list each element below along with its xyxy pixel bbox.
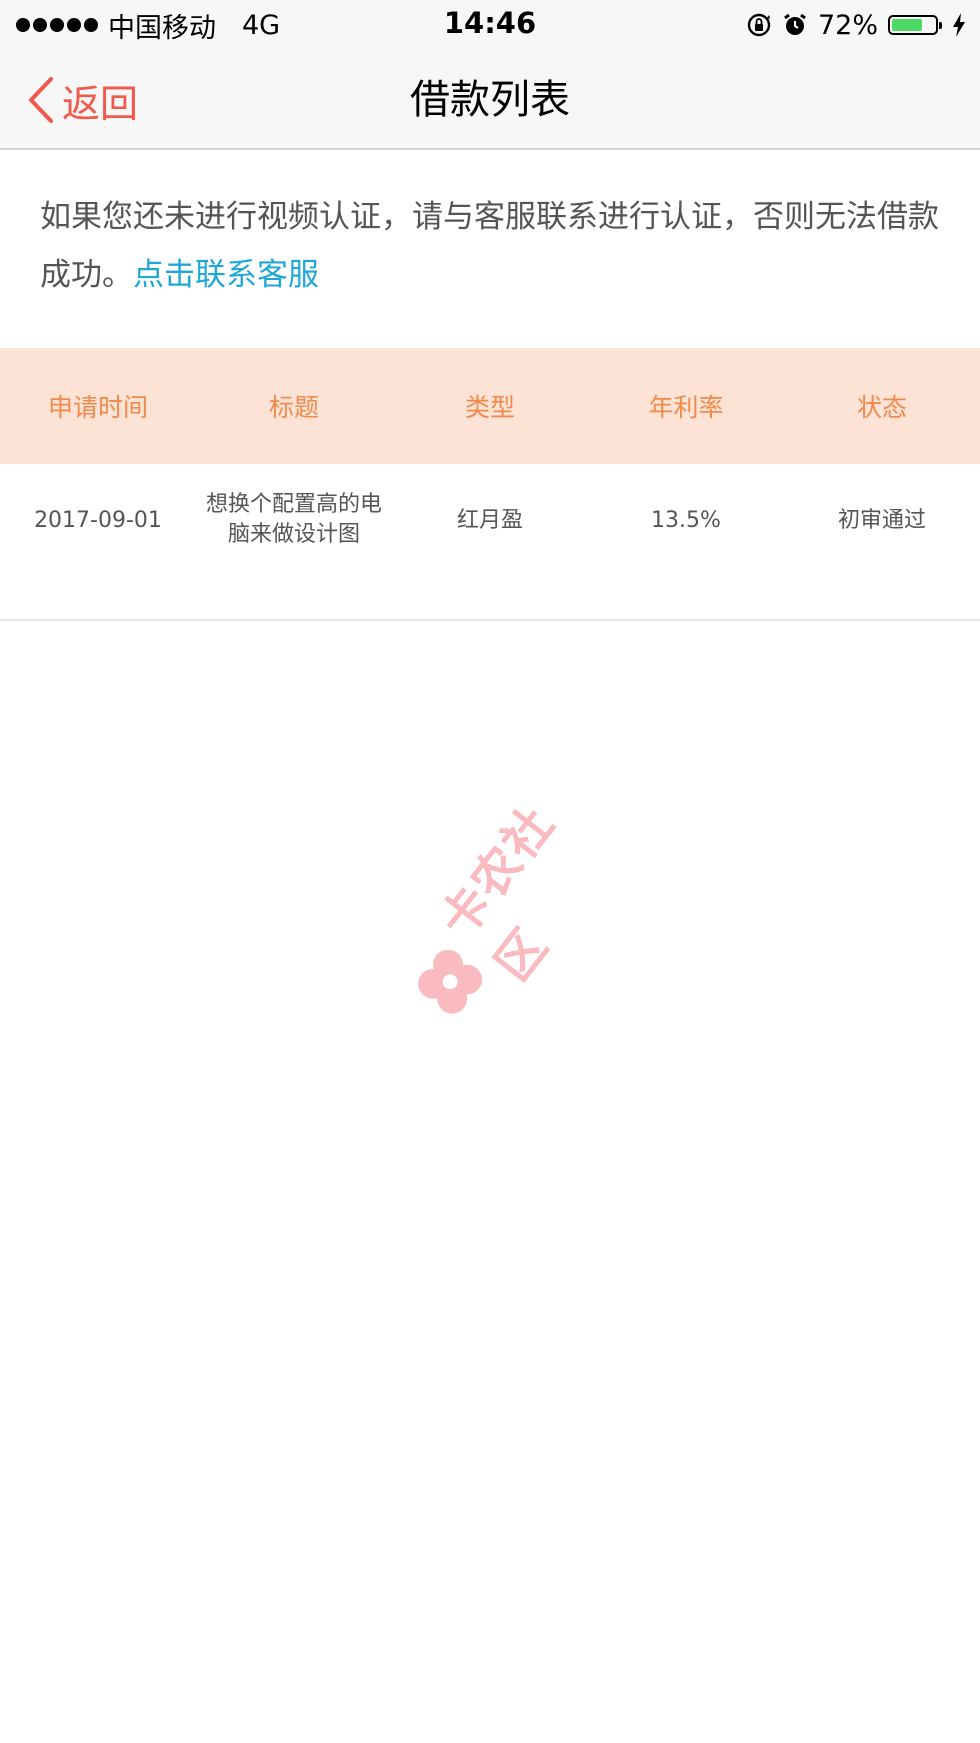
table-row[interactable]: 2017-09-01 想换个配置高的电脑来做设计图 红月盈 13.5% 初审通过: [0, 464, 980, 621]
battery-percent: 72%: [817, 9, 878, 41]
cell-rate: 13.5%: [651, 508, 721, 533]
column-header-status: 状态: [856, 393, 907, 422]
column-header-type: 类型: [464, 393, 515, 422]
column-header-title: 标题: [268, 393, 319, 422]
column-header-date: 申请时间: [47, 393, 148, 422]
page-title: 借款列表: [410, 77, 570, 123]
column-header-rate: 年利率: [648, 393, 724, 422]
cell-date: 2017-09-01: [34, 508, 162, 533]
nav-bar: 返回 借款列表: [0, 50, 980, 150]
alarm-icon: [784, 13, 806, 35]
watermark: 卡农社区: [387, 769, 634, 1042]
contact-service-link[interactable]: 点击联系客服: [133, 257, 319, 293]
battery-icon: [888, 15, 942, 35]
table-header: 申请时间 标题 类型 年利率 状态: [0, 348, 980, 464]
status-right: 72%: [746, 8, 966, 42]
battery-level-fill: [892, 19, 923, 31]
verification-notice: 如果您还未进行视频认证，请与客服联系进行认证，否则无法借款成功。点击联系客服: [40, 188, 940, 304]
cell-type: 红月盈: [456, 508, 523, 533]
status-bar: 中国移动 4G 14:46 72%: [0, 0, 980, 50]
cell-status: 初审通过: [837, 508, 926, 533]
orientation-lock-icon: [747, 13, 771, 37]
cell-title: 想换个配置高的电脑来做设计图: [205, 492, 382, 547]
charging-icon: [953, 13, 965, 37]
